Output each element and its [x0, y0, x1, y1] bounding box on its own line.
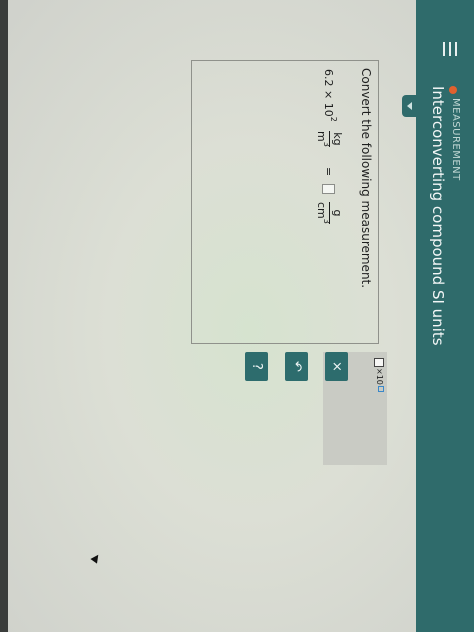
app-window: MEASUREMENT Interconverting compound SI …: [8, 0, 474, 632]
source-unit-numerator: kg: [331, 132, 344, 146]
target-unit-numerator: g: [331, 209, 344, 217]
header-bar: MEASUREMENT Interconverting compound SI …: [416, 0, 474, 632]
sci-key-label: ×10: [375, 368, 384, 385]
coefficient-text: 6.2 × 10: [322, 69, 335, 117]
scientific-notation-key[interactable]: ×10: [374, 358, 384, 392]
exponent-box-icon: [378, 385, 384, 392]
target-unit-den-exp: 3: [322, 218, 331, 224]
menu-icon[interactable]: [443, 42, 457, 56]
question-panel: Convert the following measurement. 6.2 ×…: [191, 60, 379, 344]
answer-input[interactable]: [322, 184, 335, 194]
undo-button[interactable]: ↶: [285, 352, 308, 381]
collapse-chevron-icon[interactable]: [402, 95, 416, 117]
target-unit-den-text: cm: [315, 202, 328, 219]
help-button[interactable]: ?: [245, 352, 268, 381]
target-unit: g cm3: [314, 202, 344, 224]
source-unit-den-text: m: [315, 131, 328, 142]
clear-button[interactable]: ×: [325, 352, 348, 381]
screen-bezel: [0, 0, 8, 632]
base-box-icon: [374, 358, 384, 367]
conversion-expression: 6.2 × 102 kg m3 = g cm3: [302, 69, 348, 339]
category-dot-icon: [449, 86, 457, 94]
target-unit-denominator: cm3: [314, 202, 331, 224]
coefficient-exponent: 2: [329, 116, 338, 122]
equals-sign: =: [322, 167, 335, 177]
page-title: Interconverting compound SI units: [429, 86, 447, 346]
category-label: MEASUREMENT: [450, 98, 461, 181]
source-unit-denominator: m3: [314, 131, 331, 147]
question-instruction: Convert the following measurement.: [359, 68, 373, 289]
source-unit-den-exp: 3: [322, 141, 331, 147]
coefficient: 6.2 × 102: [322, 69, 338, 122]
source-unit: kg m3: [314, 131, 344, 147]
